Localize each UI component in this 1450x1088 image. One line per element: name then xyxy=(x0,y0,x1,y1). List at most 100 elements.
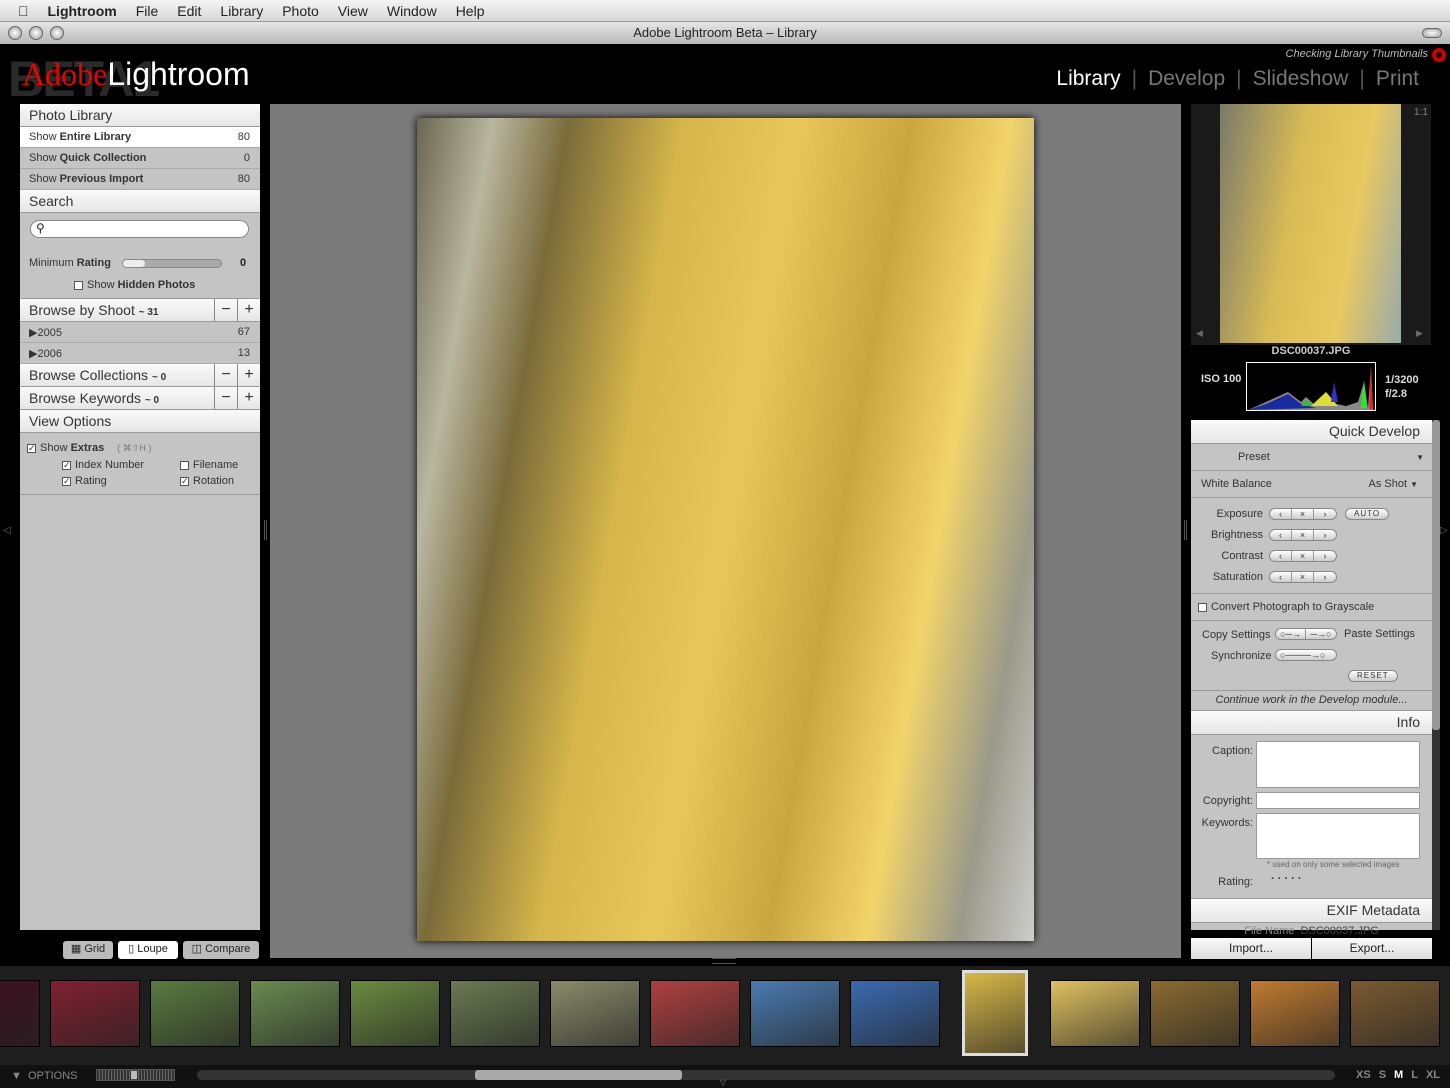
close-button[interactable] xyxy=(8,26,22,40)
shoot-2006[interactable]: ▶2006 13 xyxy=(20,343,260,364)
filmstrip-thumbnail[interactable] xyxy=(50,980,140,1047)
export-button[interactable]: Export... xyxy=(1312,938,1432,959)
minus-button[interactable]: − xyxy=(214,299,237,321)
size-l[interactable]: L xyxy=(1411,1069,1418,1081)
filmstrip-thumbnail[interactable] xyxy=(650,980,740,1047)
exif-metadata-header[interactable]: EXIF Metadata xyxy=(1191,899,1432,923)
menu-help[interactable]: Help xyxy=(456,3,485,19)
browse-by-shoot-header[interactable]: Browse by Shoot ~ 31 − + xyxy=(20,299,260,322)
brightness-stepper[interactable]: ‹ × › xyxy=(1269,528,1337,541)
rotation-checkbox[interactable]: ✓ Rotation xyxy=(180,475,234,487)
module-print[interactable]: Print xyxy=(1365,67,1430,91)
size-xs[interactable]: XS xyxy=(1356,1069,1371,1081)
filmstrip-thumbnail[interactable] xyxy=(0,980,40,1047)
plus-button[interactable]: + xyxy=(237,364,260,386)
module-library[interactable]: Library xyxy=(1045,67,1131,91)
grid-view-button[interactable]: ▦ Grid xyxy=(63,941,113,959)
saturation-stepper[interactable]: ‹ × › xyxy=(1269,570,1337,583)
copy-paste-settings-button[interactable]: ○─→ ─→○ xyxy=(1275,628,1337,640)
caption-field[interactable] xyxy=(1256,741,1420,788)
white-balance-dropdown[interactable]: White Balance As Shot ▼ xyxy=(1191,471,1432,498)
view-options-header[interactable]: View Options xyxy=(20,410,260,433)
left-panel-toggle-icon[interactable]: ◁ xyxy=(3,525,11,536)
filmstrip-scrollbar[interactable] xyxy=(197,1070,1335,1080)
filmstrip-thumbnail[interactable] xyxy=(962,970,1028,1056)
browse-keywords-header[interactable]: Browse Keywords ~ 0 − + xyxy=(20,387,260,410)
shoot-2005[interactable]: ▶2005 67 xyxy=(20,322,260,343)
minus-button[interactable]: − xyxy=(214,364,237,386)
exposure-stepper[interactable]: ‹ × › xyxy=(1269,507,1337,520)
rating-checkbox[interactable]: ✓ Rating xyxy=(62,475,107,487)
filmstrip-thumbnail[interactable] xyxy=(550,980,640,1047)
rating-stars[interactable]: · · · · · xyxy=(1271,873,1302,885)
contrast-stepper[interactable]: ‹ × › xyxy=(1269,549,1337,562)
filmstrip-thumbnail[interactable] xyxy=(1150,980,1240,1047)
menu-edit[interactable]: Edit xyxy=(177,3,201,19)
zoom-button[interactable] xyxy=(50,26,64,40)
prev-arrow-icon[interactable]: ◀ xyxy=(1196,328,1203,339)
copyright-field[interactable] xyxy=(1256,792,1420,809)
filmstrip-thumbnail[interactable] xyxy=(450,980,540,1047)
thumbnail-size-slider[interactable] xyxy=(96,1069,175,1081)
filmstrip-thumbnail[interactable] xyxy=(350,980,440,1047)
auto-button[interactable]: AUTO xyxy=(1345,507,1390,520)
show-entire-library[interactable]: Show Entire Library 80 xyxy=(20,127,260,148)
size-m[interactable]: M xyxy=(1394,1069,1403,1081)
module-slideshow[interactable]: Slideshow xyxy=(1242,67,1360,91)
expand-arrow-icon[interactable]: ▽ xyxy=(720,1078,726,1087)
menu-lightroom[interactable]: Lightroom xyxy=(48,3,117,19)
left-panel-resize-handle[interactable] xyxy=(264,520,267,540)
plus-button[interactable]: + xyxy=(237,299,260,321)
index-number-checkbox[interactable]: ✓ Index Number xyxy=(62,459,144,471)
reset-button[interactable]: RESET xyxy=(1348,670,1398,682)
menu-view[interactable]: View xyxy=(338,3,368,19)
search-field[interactable] xyxy=(51,222,241,234)
navigator-zoom[interactable]: 1:1 xyxy=(1414,107,1428,118)
synchronize-button[interactable]: ○────→○ xyxy=(1275,649,1337,661)
minimum-rating-slider[interactable] xyxy=(122,259,222,268)
menu-window[interactable]: Window xyxy=(387,3,437,19)
filmstrip-thumbnail[interactable] xyxy=(750,980,840,1047)
plus-button[interactable]: + xyxy=(237,387,260,409)
keywords-field[interactable] xyxy=(1256,813,1420,859)
search-header[interactable]: Search xyxy=(20,190,260,213)
preset-dropdown[interactable]: Preset ▼ xyxy=(1191,444,1432,471)
right-panel-toggle-icon[interactable]: ▷ xyxy=(1440,525,1448,536)
menu-file[interactable]: File xyxy=(136,3,159,19)
filmstrip-thumbnail[interactable] xyxy=(250,980,340,1047)
grayscale-checkbox[interactable]: Convert Photograph to Grayscale xyxy=(1191,594,1432,621)
browse-collections-header[interactable]: Browse Collections ~ 0 − + xyxy=(20,364,260,387)
right-panel-scrollbar[interactable] xyxy=(1432,420,1440,930)
menu-photo[interactable]: Photo xyxy=(282,3,319,19)
filename-checkbox[interactable]: Filename xyxy=(180,459,238,471)
filmstrip-thumbnail[interactable] xyxy=(150,980,240,1047)
compare-view-button[interactable]: ◫ Compare xyxy=(183,941,259,959)
info-header[interactable]: Info xyxy=(1191,711,1432,735)
filmstrip-thumbnail[interactable] xyxy=(1050,980,1140,1047)
filmstrip-thumbnail[interactable] xyxy=(1350,980,1440,1047)
filmstrip-resize-handle[interactable] xyxy=(712,958,736,964)
filmstrip-thumbnail[interactable] xyxy=(1250,980,1340,1047)
menu-library[interactable]: Library xyxy=(220,3,263,19)
show-extras-checkbox[interactable]: ✓ Show Extras ( ⌘⇧H ) xyxy=(27,442,151,454)
quick-develop-header[interactable]: Quick Develop xyxy=(1191,420,1432,444)
apple-icon[interactable]:  xyxy=(18,3,29,19)
continue-develop-link[interactable]: Continue work in the Develop module... xyxy=(1191,691,1432,711)
size-xl[interactable]: XL xyxy=(1426,1069,1440,1081)
next-arrow-icon[interactable]: ▶ xyxy=(1416,328,1423,339)
main-photo[interactable] xyxy=(417,118,1034,941)
minus-button[interactable]: − xyxy=(214,387,237,409)
minimize-button[interactable] xyxy=(29,26,43,40)
search-input[interactable]: ⚲ xyxy=(30,220,249,238)
photo-library-header[interactable]: Photo Library xyxy=(20,104,260,127)
size-s[interactable]: S xyxy=(1379,1069,1386,1081)
show-hidden-photos-checkbox[interactable]: Show Hidden Photos xyxy=(74,279,195,291)
loupe-view-button[interactable]: ▯ Loupe xyxy=(118,941,178,959)
toolbar-toggle-button[interactable] xyxy=(1422,28,1442,38)
show-previous-import[interactable]: Show Previous Import 80 xyxy=(20,169,260,190)
options-toggle[interactable]: ▼ OPTIONS xyxy=(11,1070,78,1082)
filmstrip-thumbnail[interactable] xyxy=(850,980,940,1047)
module-develop[interactable]: Develop xyxy=(1137,67,1236,91)
import-button[interactable]: Import... xyxy=(1191,938,1311,959)
right-panel-resize-handle[interactable] xyxy=(1184,520,1187,540)
